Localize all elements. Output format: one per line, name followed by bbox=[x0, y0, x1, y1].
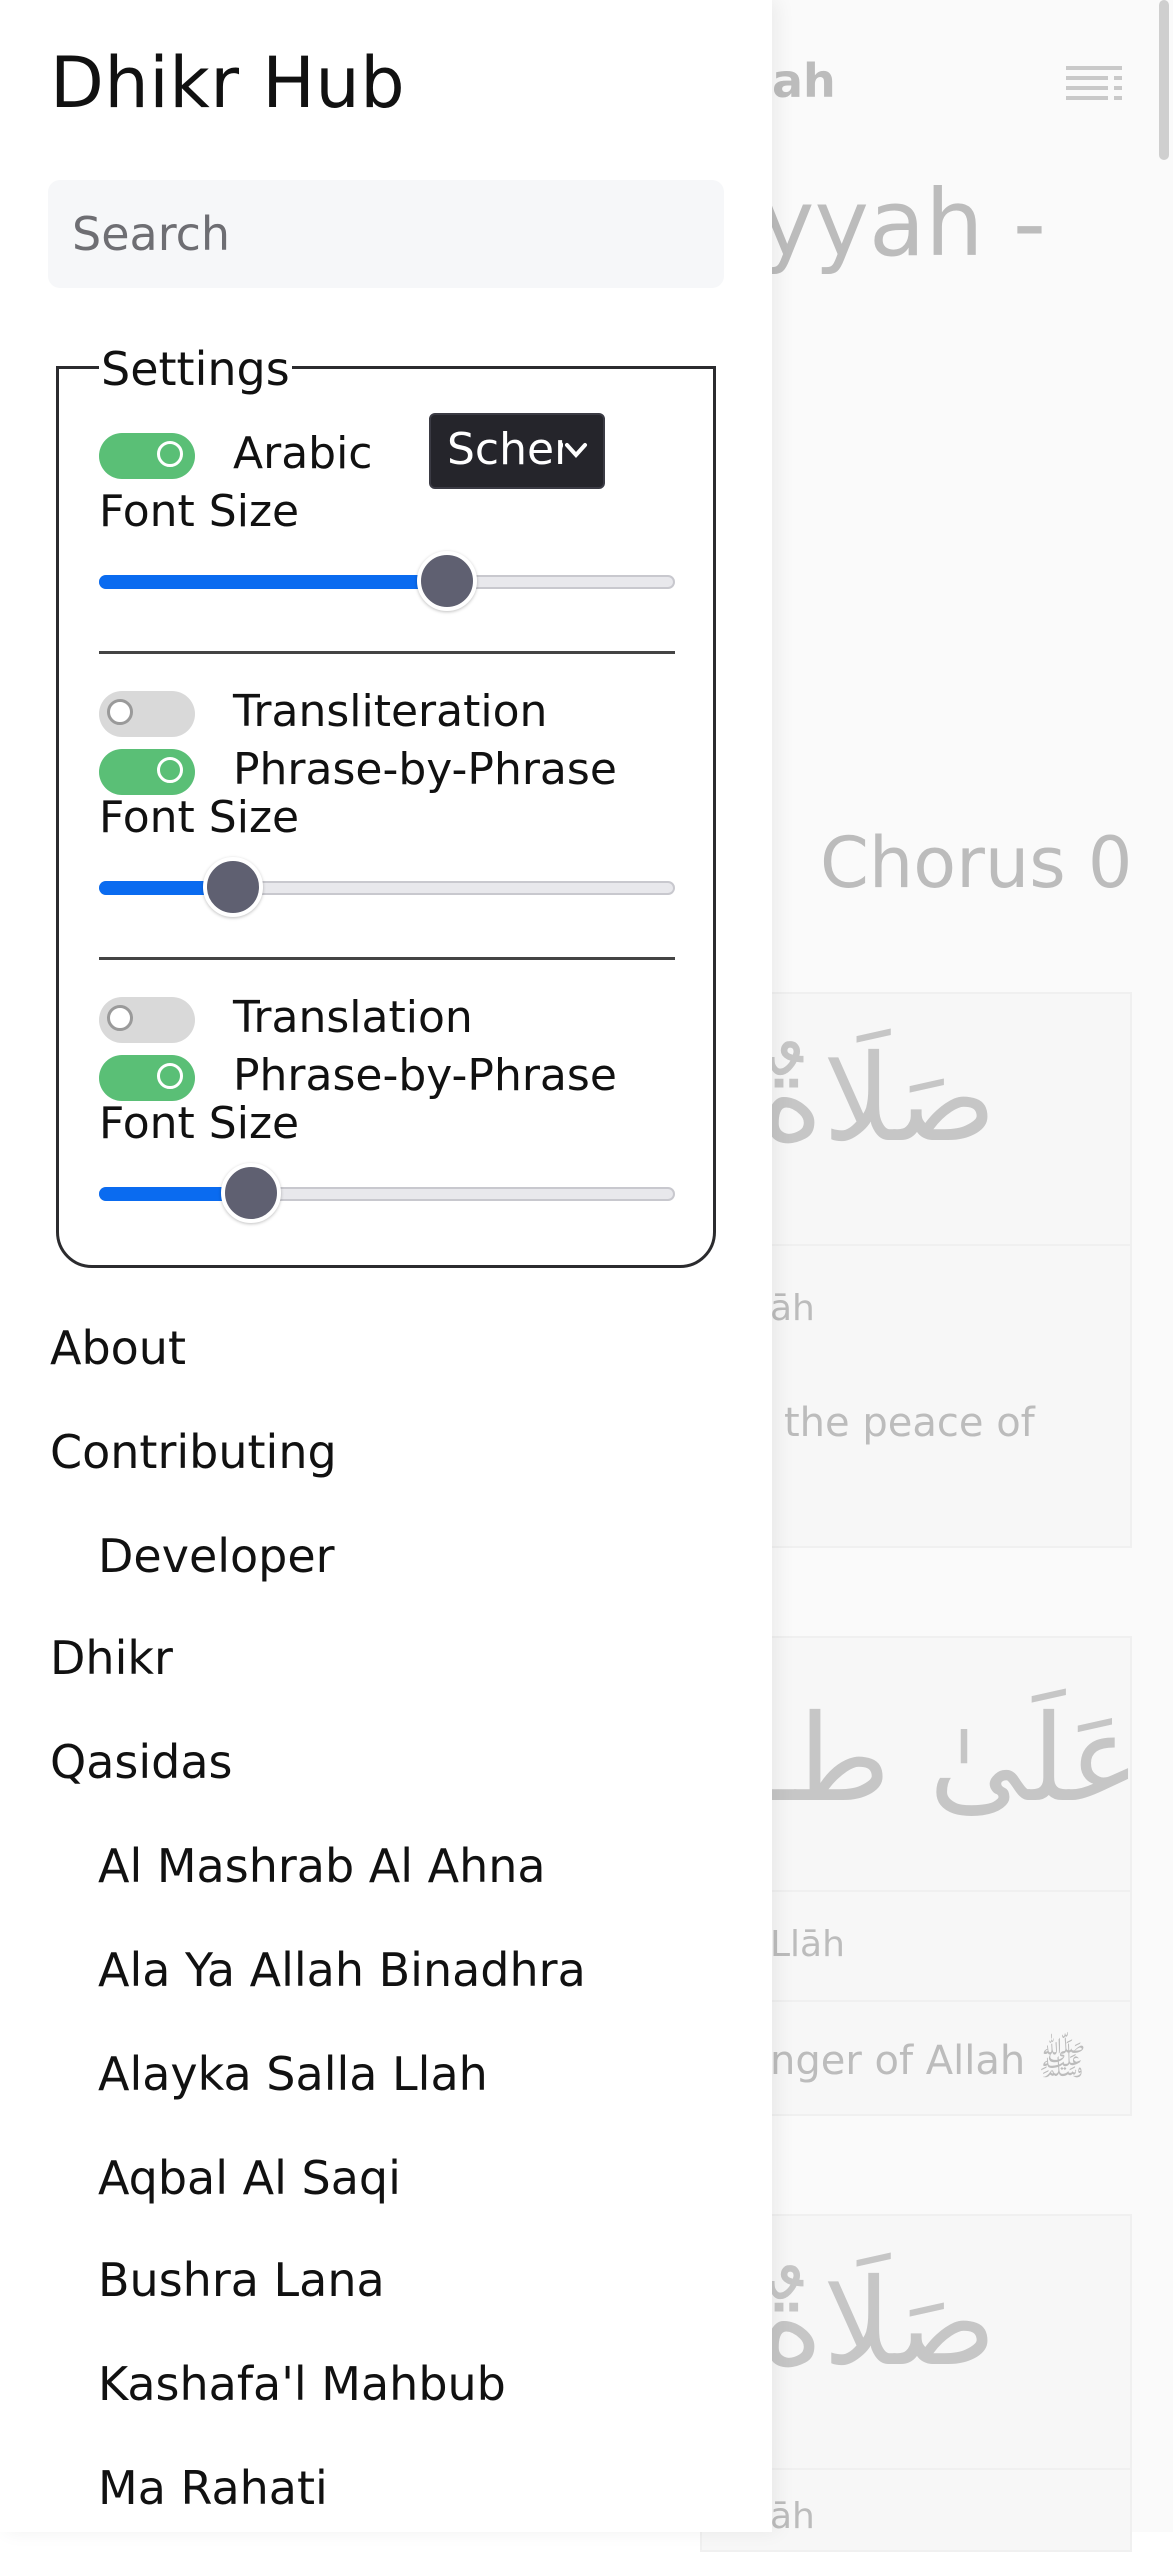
settings-divider bbox=[99, 957, 675, 960]
translation-phrase: the peace of bbox=[784, 1400, 1035, 1446]
toggle-knob bbox=[107, 699, 133, 725]
translation-font-size-label: Font Size bbox=[99, 1098, 300, 1149]
menu-icon[interactable] bbox=[1066, 64, 1122, 100]
nav-dhikr[interactable]: Dhikr bbox=[50, 1631, 173, 1685]
translit-phrase: Llāh bbox=[770, 1924, 845, 1965]
slider-thumb[interactable] bbox=[416, 551, 477, 611]
search-input[interactable] bbox=[48, 180, 724, 288]
arabic-font-size-label: Font Size bbox=[99, 486, 300, 537]
nav-qasida-item[interactable]: Ala Ya Allah Binadhra bbox=[98, 1943, 586, 1997]
transliteration-font-size-slider[interactable] bbox=[99, 857, 675, 917]
arabic-phrase: صَلَاةٌ bbox=[760, 2254, 997, 2393]
nav-qasida-item[interactable]: Al Mashrab Al Ahna bbox=[98, 1839, 546, 1893]
translit-phrase: āh bbox=[770, 1288, 815, 1329]
nav-developer[interactable]: Developer bbox=[98, 1529, 335, 1583]
arabic-scheme-select[interactable]: Scheme bbox=[429, 413, 605, 489]
nav-qasida-item[interactable]: Aqbal Al Saqi bbox=[98, 2151, 401, 2205]
scheme-select-value: Scheme bbox=[447, 424, 563, 475]
slider-fill bbox=[99, 575, 445, 589]
transliteration-phrase-toggle[interactable] bbox=[99, 749, 195, 795]
toggle-knob bbox=[157, 757, 183, 783]
page-header-fragment: ah bbox=[772, 54, 836, 108]
slider-thumb[interactable] bbox=[203, 857, 264, 917]
arabic-toggle[interactable] bbox=[99, 433, 195, 479]
slider-thumb[interactable] bbox=[220, 1163, 281, 1223]
arabic-label: Arabic bbox=[233, 428, 373, 479]
app-title: Dhikr Hub bbox=[50, 42, 406, 124]
nav-about[interactable]: About bbox=[50, 1321, 186, 1375]
settings-panel: Settings Arabic Scheme Font Size Transli… bbox=[56, 345, 716, 1268]
toggle-knob bbox=[107, 1005, 133, 1031]
section-label: Chorus 0 bbox=[820, 822, 1133, 904]
nav-contributing[interactable]: Contributing bbox=[50, 1425, 337, 1479]
translation-phrase: nger of Allah ﷺ bbox=[770, 2038, 1087, 2084]
arabic-phrase: عَلَىٰ طـ bbox=[760, 1690, 1141, 1829]
arabic-font-size-slider[interactable] bbox=[99, 551, 675, 611]
nav-qasida-item[interactable]: Ma Rahati bbox=[98, 2461, 328, 2515]
nav-qasidas[interactable]: Qasidas bbox=[50, 1735, 233, 1789]
transliteration-font-size-label: Font Size bbox=[99, 792, 300, 843]
translation-phrase-toggle[interactable] bbox=[99, 1055, 195, 1101]
chevron-down-icon bbox=[565, 443, 587, 458]
arabic-phrase: صَلَاةٌ bbox=[760, 1030, 997, 1169]
transliteration-label: Transliteration bbox=[233, 686, 548, 737]
translation-font-size-slider[interactable] bbox=[99, 1163, 675, 1223]
navigation-drawer: Dhikr Hub Settings Arabic Scheme Font Si… bbox=[0, 0, 772, 2532]
settings-divider bbox=[99, 651, 675, 654]
toggle-knob bbox=[157, 1063, 183, 1089]
translation-label: Translation bbox=[233, 992, 473, 1043]
page-title: yyah - bbox=[760, 170, 1047, 277]
transliteration-toggle[interactable] bbox=[99, 691, 195, 737]
transliteration-phrase-label: Phrase-by-Phrase bbox=[233, 744, 617, 795]
page-scrollbar[interactable] bbox=[1159, 0, 1169, 160]
translation-toggle[interactable] bbox=[99, 997, 195, 1043]
nav-qasida-item[interactable]: Kashafa'l Mahbub bbox=[98, 2357, 506, 2411]
translation-phrase-label: Phrase-by-Phrase bbox=[233, 1050, 617, 1101]
nav-qasida-item[interactable]: Alayka Salla Llah bbox=[98, 2047, 488, 2101]
nav-qasida-item[interactable]: Bushra Lana bbox=[98, 2253, 385, 2307]
settings-legend: Settings bbox=[99, 342, 292, 396]
toggle-knob bbox=[157, 441, 183, 467]
translit-phrase: āh bbox=[770, 2496, 815, 2537]
